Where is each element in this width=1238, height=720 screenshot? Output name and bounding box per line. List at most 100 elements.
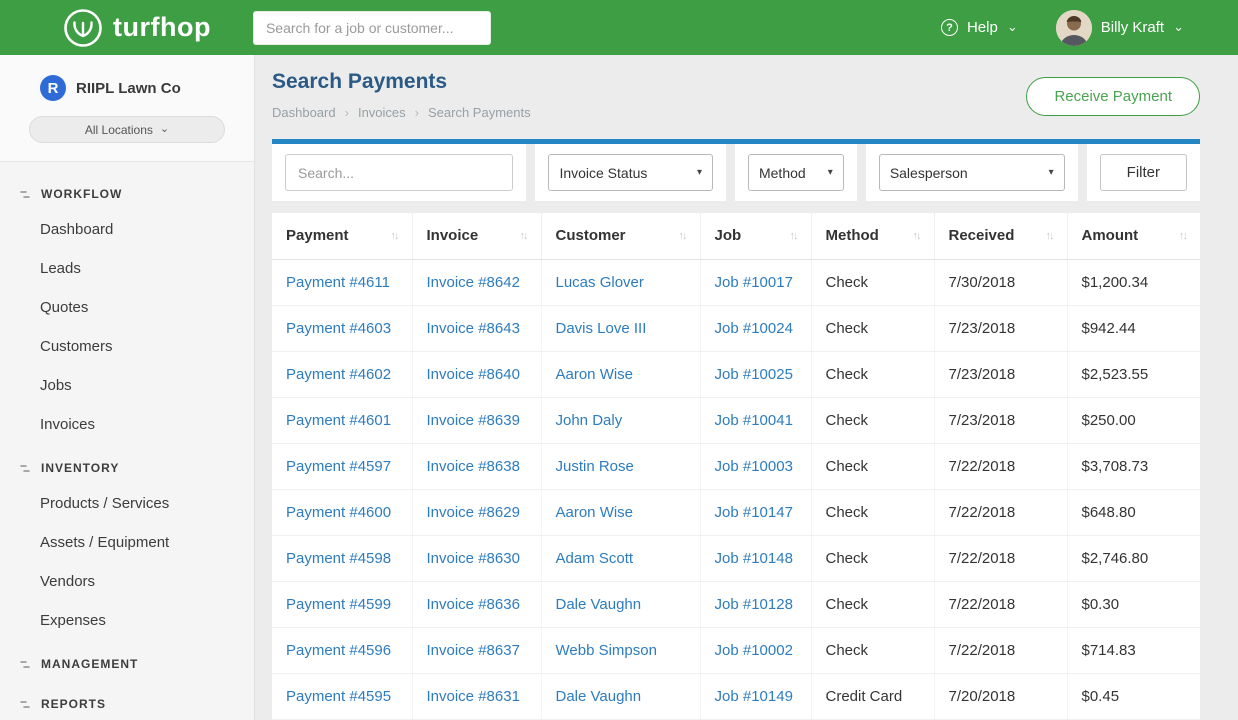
customer-link[interactable]: Davis Love III	[556, 320, 647, 337]
invoice-link[interactable]: Invoice #8638	[427, 458, 520, 475]
job-link[interactable]: Job #10017	[715, 274, 793, 291]
customer-link[interactable]: Aaron Wise	[556, 504, 634, 521]
help-label: Help	[967, 19, 998, 36]
payment-link[interactable]: Payment #4598	[286, 550, 391, 567]
payment-link[interactable]: Payment #4601	[286, 412, 391, 429]
chevron-down-icon: ⌄	[160, 122, 169, 135]
invoice-link[interactable]: Invoice #8642	[427, 274, 520, 291]
sidebar-item-jobs[interactable]: Jobs	[0, 366, 254, 405]
locations-selector[interactable]: All Locations ⌄	[29, 116, 225, 143]
invoice-link[interactable]: Invoice #8629	[427, 504, 520, 521]
payment-link[interactable]: Payment #4595	[286, 688, 391, 705]
sort-icon[interactable]: ↑↓	[391, 230, 398, 242]
column-header-method[interactable]: Method↑↓	[811, 213, 934, 259]
amount-cell: $2,746.80	[1067, 535, 1200, 581]
payment-link[interactable]: Payment #4599	[286, 596, 391, 613]
job-link[interactable]: Job #10002	[715, 642, 793, 659]
sidebar-item-customers[interactable]: Customers	[0, 327, 254, 366]
job-link[interactable]: Job #10025	[715, 366, 793, 383]
customer-link[interactable]: Adam Scott	[556, 550, 634, 567]
receive-payment-button[interactable]: Receive Payment	[1026, 77, 1200, 116]
job-link[interactable]: Job #10041	[715, 412, 793, 429]
method-select[interactable]: Method ▾	[748, 154, 844, 191]
job-link[interactable]: Job #10003	[715, 458, 793, 475]
sort-icon[interactable]: ↑↓	[913, 230, 920, 242]
column-header-payment[interactable]: Payment↑↓	[272, 213, 412, 259]
section-dashes-icon	[20, 464, 33, 473]
sort-icon[interactable]: ↑↓	[1179, 230, 1186, 242]
customer-link[interactable]: John Daly	[556, 412, 623, 429]
customer-link[interactable]: Dale Vaughn	[556, 688, 642, 705]
invoice-status-select[interactable]: Invoice Status ▾	[548, 154, 713, 191]
payment-link[interactable]: Payment #4600	[286, 504, 391, 521]
job-link[interactable]: Job #10024	[715, 320, 793, 337]
column-header-amount[interactable]: Amount↑↓	[1067, 213, 1200, 259]
sort-icon[interactable]: ↑↓	[790, 230, 797, 242]
invoice-link[interactable]: Invoice #8636	[427, 596, 520, 613]
breadcrumb-invoices[interactable]: Invoices	[358, 105, 406, 120]
job-link[interactable]: Job #10147	[715, 504, 793, 521]
customer-link[interactable]: Aaron Wise	[556, 366, 634, 383]
job-link[interactable]: Job #10149	[715, 688, 793, 705]
column-header-invoice[interactable]: Invoice↑↓	[412, 213, 541, 259]
payment-link[interactable]: Payment #4611	[286, 274, 390, 291]
customer-link[interactable]: Lucas Glover	[556, 274, 644, 291]
payments-search-input[interactable]	[285, 154, 513, 191]
column-header-job[interactable]: Job↑↓	[700, 213, 811, 259]
page-header: Search Payments Dashboard › Invoices › S…	[255, 55, 1238, 132]
payment-link[interactable]: Payment #4597	[286, 458, 391, 475]
nav-section-inventory: INVENTORY	[0, 444, 254, 484]
job-link[interactable]: Job #10148	[715, 550, 793, 567]
page-header-left: Search Payments Dashboard › Invoices › S…	[272, 70, 531, 120]
invoice-cell: Invoice #8630	[412, 535, 541, 581]
help-menu[interactable]: ? Help ⌄	[941, 19, 1018, 36]
nav-section-label: INVENTORY	[41, 461, 119, 475]
invoice-link[interactable]: Invoice #8643	[427, 320, 520, 337]
sidebar-item-products-services[interactable]: Products / Services	[0, 484, 254, 523]
help-icon: ?	[941, 19, 958, 36]
payment-link[interactable]: Payment #4602	[286, 366, 391, 383]
company[interactable]: R RIIPL Lawn Co	[0, 75, 254, 101]
sort-icon[interactable]: ↑↓	[679, 230, 686, 242]
sidebar-item-expenses[interactable]: Expenses	[0, 601, 254, 640]
customer-link[interactable]: Justin Rose	[556, 458, 634, 475]
filter-button[interactable]: Filter	[1100, 154, 1187, 191]
column-header-inner: Invoice↑↓	[427, 227, 527, 244]
sort-icon[interactable]: ↑↓	[1046, 230, 1053, 242]
salesperson-select[interactable]: Salesperson ▾	[879, 154, 1065, 191]
invoice-link[interactable]: Invoice #8631	[427, 688, 520, 705]
sidebar-item-dashboard[interactable]: Dashboard	[0, 210, 254, 249]
invoice-link[interactable]: Invoice #8630	[427, 550, 520, 567]
brand[interactable]: turfhop	[62, 7, 211, 49]
column-header-received[interactable]: Received↑↓	[934, 213, 1067, 259]
avatar-image	[1056, 10, 1092, 46]
sidebar-item-invoices[interactable]: Invoices	[0, 405, 254, 444]
turfhop-logo-icon	[62, 7, 104, 49]
table-row: Payment #4596 Invoice #8637 Webb Simpson Jo…	[272, 627, 1200, 673]
invoice-link[interactable]: Invoice #8639	[427, 412, 520, 429]
sidebar-item-vendors[interactable]: Vendors	[0, 562, 254, 601]
payment-cell: Payment #4596	[272, 627, 412, 673]
global-search-input[interactable]	[253, 11, 491, 45]
received-cell: 7/23/2018	[934, 305, 1067, 351]
select-arrow-icon: ▾	[828, 167, 833, 178]
method-cell: Credit Card	[811, 673, 934, 719]
breadcrumb-dashboard[interactable]: Dashboard	[272, 105, 336, 120]
job-link[interactable]: Job #10128	[715, 596, 793, 613]
customer-link[interactable]: Dale Vaughn	[556, 596, 642, 613]
sidebar-item-assets-equipment[interactable]: Assets / Equipment	[0, 523, 254, 562]
method-cell: Check	[811, 489, 934, 535]
sort-icon[interactable]: ↑↓	[520, 230, 527, 242]
user-menu[interactable]: Billy Kraft ⌄	[1056, 10, 1184, 46]
payment-link[interactable]: Payment #4596	[286, 642, 391, 659]
payment-link[interactable]: Payment #4603	[286, 320, 391, 337]
sidebar-company-block: R RIIPL Lawn Co All Locations ⌄	[0, 55, 254, 162]
invoice-link[interactable]: Invoice #8637	[427, 642, 520, 659]
method-cell: Check	[811, 535, 934, 581]
sidebar-item-quotes[interactable]: Quotes	[0, 288, 254, 327]
sidebar-item-leads[interactable]: Leads	[0, 249, 254, 288]
invoice-link[interactable]: Invoice #8640	[427, 366, 520, 383]
column-header-customer[interactable]: Customer↑↓	[541, 213, 700, 259]
payments-table: Payment↑↓ Invoice↑↓ Customer↑↓Job↑↓Method↑…	[272, 213, 1200, 720]
customer-link[interactable]: Webb Simpson	[556, 642, 657, 659]
